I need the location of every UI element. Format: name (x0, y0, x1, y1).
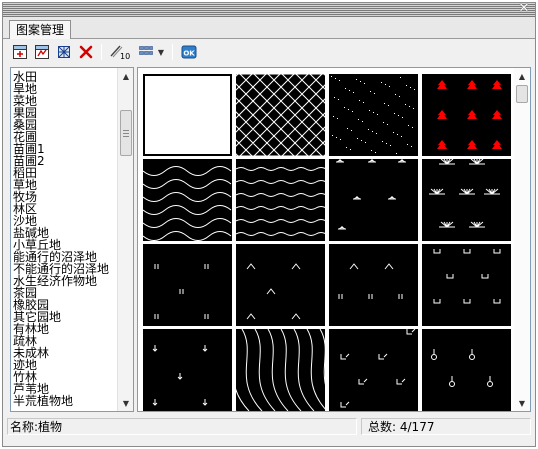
pattern-tile-arrows[interactable] (143, 329, 232, 411)
pattern-tile-checks[interactable] (329, 329, 418, 411)
list-items: 水田 旱地 菜地 果园 桑园 花圃 苗圃1 苗圃2 稻田 草地 牧场 林区 沙地 盐碱地 小草丘地 能通行的沼… (13, 71, 117, 407)
grid-scroll-down-icon[interactable]: ▼ (514, 395, 530, 411)
toolbar: 10 ▼ OK (3, 40, 535, 64)
edit-pattern-icon[interactable] (33, 43, 51, 61)
status-count-value: 4/177 (399, 420, 435, 434)
pattern-tile-red-trees[interactable] (422, 74, 511, 156)
tab-pattern-manager[interactable]: 图案管理 (9, 20, 72, 39)
pattern-tile-waves[interactable] (143, 159, 232, 241)
grid-scroll-up-icon[interactable]: ▲ (514, 68, 530, 84)
list-scrollbar[interactable]: ▲ ▼ (117, 68, 133, 411)
status-bar: 名称:植物 总数: 4/177 (3, 416, 535, 438)
pattern-tile-cups[interactable] (422, 244, 511, 326)
scroll-thumb[interactable] (120, 110, 132, 156)
pattern-tile-sine-waves[interactable] (236, 159, 325, 241)
pattern-tile-weave[interactable] (236, 74, 325, 156)
resize-pattern-icon[interactable]: 10 (109, 43, 131, 61)
ok-icon[interactable]: OK (180, 43, 198, 61)
status-name-label: 名称: (10, 420, 39, 434)
pattern-tile-contours[interactable] (236, 329, 325, 411)
title-bar[interactable]: ✕ (3, 1, 535, 17)
add-pattern-icon[interactable] (11, 43, 29, 61)
pattern-name-list[interactable]: 水田 旱地 菜地 果园 桑园 花圃 苗圃1 苗圃2 稻田 草地 牧场 林区 沙地 盐碱地 小草丘地 能通行的沼… (10, 67, 134, 412)
pattern-tile-marsh-mixed[interactable] (329, 244, 418, 326)
pattern-settings-icon[interactable] (55, 43, 73, 61)
pattern-tile-dots[interactable] (329, 74, 418, 156)
pattern-grid: ▲ ▼ (137, 67, 531, 412)
grid-scroll-thumb[interactable] (516, 85, 528, 103)
svg-text:OK: OK (183, 50, 195, 58)
pattern-manager-window: ✕ 图案管理 10 ▼ OK 水田 旱地 菜地 果园 桑园 花圃 苗圃1 苗圃2… (2, 1, 536, 447)
pattern-tile-marsh-ii[interactable] (143, 244, 232, 326)
grid-scrollbar[interactable]: ▲ ▼ (514, 68, 530, 411)
status-count: 总数: 4/177 (361, 418, 531, 435)
status-name-value: 植物 (38, 420, 63, 434)
status-count-label: 总数: (368, 420, 397, 434)
tab-bar: 图案管理 (3, 17, 535, 39)
dropdown-arrow-icon[interactable]: ▼ (155, 43, 167, 61)
scroll-down-icon[interactable]: ▼ (118, 395, 133, 411)
scroll-up-icon[interactable]: ▲ (118, 68, 133, 84)
pattern-tile-blank[interactable] (143, 74, 232, 156)
pattern-tile-sparse-grass[interactable] (329, 159, 418, 241)
pattern-tile-chevrons[interactable] (236, 244, 325, 326)
svg-text:10: 10 (120, 52, 130, 60)
pattern-tile-grass-tufts[interactable] (422, 159, 511, 241)
close-icon[interactable]: ✕ (517, 1, 531, 17)
status-name: 名称:植物 (7, 418, 357, 435)
delete-icon[interactable] (77, 43, 95, 61)
pattern-tile-circles[interactable] (422, 329, 511, 411)
view-mode-icon[interactable] (137, 43, 155, 61)
list-item[interactable]: 半荒植物地 (13, 395, 117, 407)
